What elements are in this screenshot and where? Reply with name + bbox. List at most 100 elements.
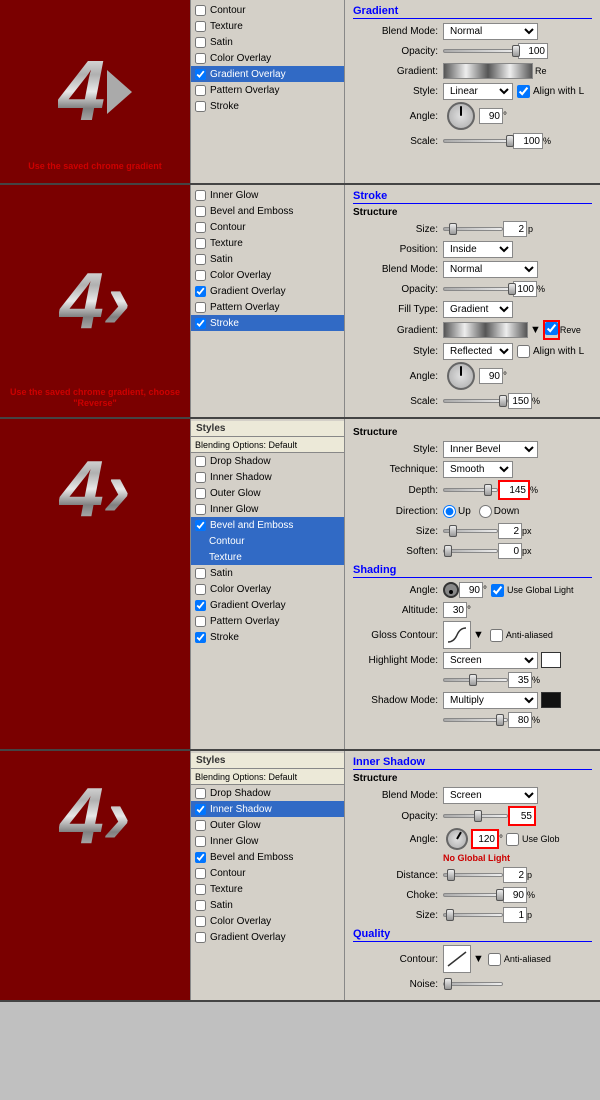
size-slider-2[interactable] bbox=[443, 227, 503, 231]
style-color-overlay-4[interactable]: Color Overlay bbox=[191, 913, 344, 929]
style-pattern-overlay-1[interactable]: Pattern Overlay bbox=[191, 82, 344, 98]
checkbox-drop-shadow-4[interactable] bbox=[195, 788, 206, 799]
style-bevel-3[interactable]: Bevel and Emboss bbox=[191, 517, 344, 533]
style-gradient-overlay-3[interactable]: Gradient Overlay bbox=[191, 597, 344, 613]
checkbox-inner-shadow-3[interactable] bbox=[195, 472, 206, 483]
checkbox-satin-4[interactable] bbox=[195, 900, 206, 911]
checkbox-color-overlay-2[interactable] bbox=[195, 270, 206, 281]
use-global-4[interactable]: Use Glob bbox=[506, 833, 560, 846]
depth-value-3[interactable] bbox=[500, 482, 528, 498]
anti-alias-3[interactable]: Anti-aliased bbox=[490, 629, 553, 642]
noise-slider-4[interactable] bbox=[443, 982, 503, 986]
gloss-thumb-3[interactable] bbox=[443, 621, 471, 649]
style-inner-glow-4[interactable]: Inner Glow bbox=[191, 833, 344, 849]
style-drop-shadow-4[interactable]: Drop Shadow bbox=[191, 785, 344, 801]
checkbox-bevel-4[interactable] bbox=[195, 852, 206, 863]
style-texture-3-sub[interactable]: Texture bbox=[191, 549, 344, 565]
direction-down-3[interactable]: Down bbox=[479, 505, 520, 518]
opacity-slider-2[interactable] bbox=[443, 287, 513, 291]
style-texture-1[interactable]: Texture bbox=[191, 18, 344, 34]
style-inner-shadow-3[interactable]: Inner Shadow bbox=[191, 469, 344, 485]
style-gradient-overlay-2[interactable]: Gradient Overlay bbox=[191, 283, 344, 299]
blending-options-3[interactable]: Blending Options: Default bbox=[191, 437, 344, 453]
reverse-checkbox-2[interactable] bbox=[543, 320, 560, 340]
style-gradient-overlay-1[interactable]: Gradient Overlay bbox=[191, 66, 344, 82]
choke-value-4[interactable] bbox=[503, 887, 527, 903]
h-opacity-slider-3[interactable] bbox=[443, 678, 508, 682]
scale-value-1[interactable] bbox=[513, 133, 543, 149]
style-satin-2[interactable]: Satin bbox=[191, 251, 344, 267]
angle-dial-4[interactable] bbox=[442, 824, 472, 854]
checkbox-pattern-overlay-1[interactable] bbox=[195, 85, 206, 96]
checkbox-outer-glow-3[interactable] bbox=[195, 488, 206, 499]
style-bevel-4[interactable]: Bevel and Emboss bbox=[191, 849, 344, 865]
gradient-bar-2[interactable] bbox=[443, 322, 528, 338]
dropdown-2[interactable]: ▼ bbox=[530, 324, 541, 336]
opacity-value-4[interactable] bbox=[510, 808, 534, 824]
checkbox-stroke-3[interactable] bbox=[195, 632, 206, 643]
blend-mode-select-1[interactable]: Normal bbox=[443, 23, 538, 40]
scale-slider-2[interactable] bbox=[443, 399, 508, 403]
style-contour-1[interactable]: Contour bbox=[191, 2, 344, 18]
style-select-3[interactable]: Inner Bevel bbox=[443, 441, 538, 458]
choke-slider-4[interactable] bbox=[443, 893, 503, 897]
position-select-2[interactable]: Inside bbox=[443, 241, 513, 258]
shadow-swatch-3[interactable] bbox=[541, 692, 561, 708]
distance-slider-4[interactable] bbox=[443, 873, 503, 877]
angle-dial-2[interactable] bbox=[447, 362, 475, 390]
style-contour-4[interactable]: Contour bbox=[191, 865, 344, 881]
scale-value-2[interactable] bbox=[508, 393, 532, 409]
style-drop-shadow-3[interactable]: Drop Shadow bbox=[191, 453, 344, 469]
s-opacity-value-3[interactable] bbox=[508, 712, 532, 728]
angle-indicator-3[interactable] bbox=[443, 582, 459, 598]
style-pattern-overlay-2[interactable]: Pattern Overlay bbox=[191, 299, 344, 315]
contour-thumb-4[interactable] bbox=[443, 945, 471, 973]
checkbox-outer-glow-4[interactable] bbox=[195, 820, 206, 831]
checkbox-texture-1[interactable] bbox=[195, 21, 206, 32]
angle-value-4[interactable] bbox=[473, 831, 497, 847]
style-texture-4[interactable]: Texture bbox=[191, 881, 344, 897]
checkbox-contour-1[interactable] bbox=[195, 5, 206, 16]
style-color-overlay-3[interactable]: Color Overlay bbox=[191, 581, 344, 597]
checkbox-satin-2[interactable] bbox=[195, 254, 206, 265]
style-stroke-1[interactable]: Stroke bbox=[191, 98, 344, 114]
soften-slider-3[interactable] bbox=[443, 549, 498, 553]
style-inner-glow-2[interactable]: Inner Glow bbox=[191, 187, 344, 203]
direction-up-3[interactable]: Up bbox=[443, 505, 471, 518]
style-select-2[interactable]: Reflected bbox=[443, 343, 513, 360]
opacity-slider-1[interactable] bbox=[443, 49, 518, 53]
style-outer-glow-4[interactable]: Outer Glow bbox=[191, 817, 344, 833]
depth-slider-3[interactable] bbox=[443, 488, 498, 492]
align-checkbox-1[interactable]: Align with L bbox=[517, 85, 584, 98]
checkbox-bevel-3[interactable] bbox=[195, 520, 206, 531]
checkbox-inner-shadow-4[interactable] bbox=[195, 804, 206, 815]
checkbox-color-overlay-3[interactable] bbox=[195, 584, 206, 595]
checkbox-satin-1[interactable] bbox=[195, 37, 206, 48]
angle-value-2[interactable] bbox=[479, 368, 503, 384]
gradient-bar-1[interactable] bbox=[443, 63, 533, 79]
style-satin-4[interactable]: Satin bbox=[191, 897, 344, 913]
style-color-overlay-2[interactable]: Color Overlay bbox=[191, 267, 344, 283]
style-stroke-2[interactable]: Stroke bbox=[191, 315, 344, 331]
highlight-select-3[interactable]: Screen bbox=[443, 652, 538, 669]
opacity-value-1[interactable] bbox=[518, 43, 548, 59]
style-bevel-2[interactable]: Bevel and Emboss bbox=[191, 203, 344, 219]
style-satin-1[interactable]: Satin bbox=[191, 34, 344, 50]
anti-alias-4[interactable]: Anti-aliased bbox=[488, 953, 551, 966]
size-slider-4[interactable] bbox=[443, 913, 503, 917]
technique-select-3[interactable]: Smooth bbox=[443, 461, 513, 478]
checkbox-inner-glow-2[interactable] bbox=[195, 190, 206, 201]
align-checkbox-2[interactable]: Align with L bbox=[517, 345, 584, 358]
scale-slider-1[interactable] bbox=[443, 139, 513, 143]
style-inner-shadow-4[interactable]: Inner Shadow bbox=[191, 801, 344, 817]
checkbox-drop-shadow-3[interactable] bbox=[195, 456, 206, 467]
checkbox-pattern-overlay-3[interactable] bbox=[195, 616, 206, 627]
soften-value-3[interactable] bbox=[498, 543, 522, 559]
checkbox-pattern-overlay-2[interactable] bbox=[195, 302, 206, 313]
checkbox-satin-3[interactable] bbox=[195, 568, 206, 579]
distance-value-4[interactable] bbox=[503, 867, 527, 883]
style-inner-glow-3[interactable]: Inner Glow bbox=[191, 501, 344, 517]
checkbox-color-overlay-1[interactable] bbox=[195, 53, 206, 64]
style-satin-3[interactable]: Satin bbox=[191, 565, 344, 581]
checkbox-gradient-overlay-4[interactable] bbox=[195, 932, 206, 943]
